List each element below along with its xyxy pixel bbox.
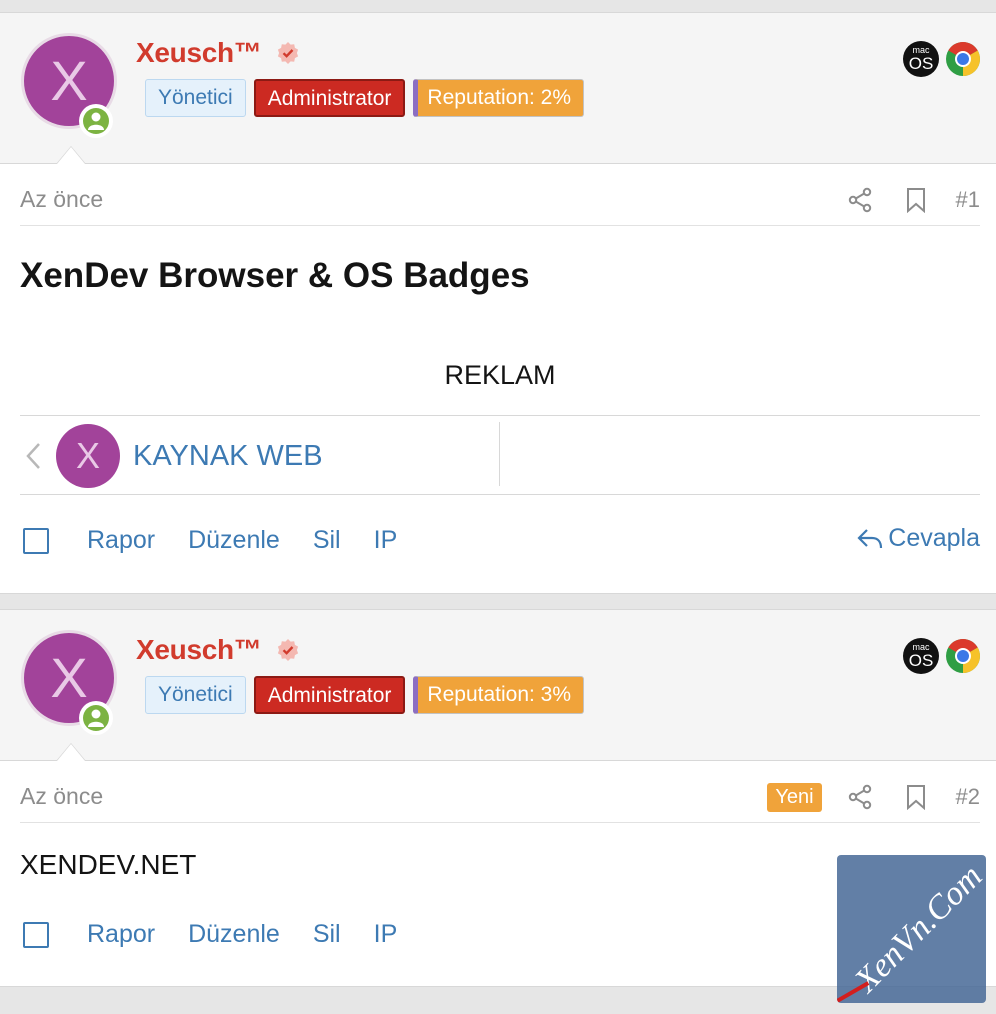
administrator-badge: Administrator <box>253 676 406 714</box>
bookmark-icon[interactable] <box>888 779 944 815</box>
reputation-badge: Reputation: 3% <box>413 676 585 714</box>
share-icon[interactable] <box>832 182 888 218</box>
administrator-badge: Administrator <box>253 79 406 117</box>
share-icon[interactable] <box>832 779 888 815</box>
source-link[interactable]: KAYNAK WEB <box>133 440 323 473</box>
new-badge: Yeni <box>767 782 822 812</box>
ip-link[interactable]: IP <box>374 526 398 555</box>
post-1: X Xeusch™ Yönetici Administrator Reputat… <box>0 12 996 594</box>
share-box: X KAYNAK WEB <box>20 415 980 495</box>
user-badges: Yönetici Administrator Reputation: 2% <box>145 79 585 117</box>
post-title: XenDev Browser & OS Badges <box>20 256 530 295</box>
ad-label: REKLAM <box>444 360 556 390</box>
user-header: X Xeusch™ Yönetici Administrator Reputat… <box>0 13 996 164</box>
macos-icon: mac OS <box>903 41 939 77</box>
online-status-icon <box>79 701 113 735</box>
user-header: X Xeusch™ Yönetici Administrator Reputat… <box>0 610 996 761</box>
verified-badge-icon <box>277 42 299 64</box>
bookmark-icon[interactable] <box>888 182 944 218</box>
watermark-logo: XenVn.Com <box>837 855 986 1003</box>
post-main: Az önce #1 XenDev Browser & OS Badges RE… <box>20 164 980 594</box>
username-link[interactable]: Xeusch™ <box>136 634 262 666</box>
post-meta: Az önce #1 <box>20 164 980 226</box>
online-status-icon <box>79 104 113 138</box>
username-link[interactable]: Xeusch™ <box>136 37 262 69</box>
post-date[interactable]: Az önce <box>20 186 103 213</box>
post-meta: Az önce Yeni #2 <box>20 761 980 823</box>
os-browser-icons: mac OS <box>903 638 981 674</box>
verified-badge-icon <box>277 639 299 661</box>
chrome-icon <box>946 639 980 673</box>
edit-link[interactable]: Düzenle <box>188 526 280 555</box>
chrome-icon <box>946 42 980 76</box>
select-checkbox[interactable] <box>23 528 49 554</box>
post-date[interactable]: Az önce <box>20 783 103 810</box>
report-link[interactable]: Rapor <box>87 920 155 949</box>
avatar[interactable]: X <box>56 424 120 488</box>
user-badges: Yönetici Administrator Reputation: 3% <box>145 676 585 714</box>
reply-button[interactable]: Cevapla <box>856 524 980 553</box>
post-actions: Rapor Düzenle Sil IP <box>20 916 980 956</box>
post-body: XENDEV.NET <box>20 849 197 880</box>
edit-link[interactable]: Düzenle <box>188 920 280 949</box>
delete-link[interactable]: Sil <box>313 526 341 555</box>
reply-icon <box>857 528 883 548</box>
delete-link[interactable]: Sil <box>313 920 341 949</box>
macos-icon: mac OS <box>903 638 939 674</box>
chevron-left-icon[interactable] <box>23 440 43 472</box>
select-checkbox[interactable] <box>23 922 49 948</box>
os-browser-icons: mac OS <box>903 41 981 77</box>
reputation-badge: Reputation: 2% <box>413 79 585 117</box>
post-actions: Rapor Düzenle Sil IP Cevapla <box>20 522 980 562</box>
report-link[interactable]: Rapor <box>87 526 155 555</box>
role-badge: Yönetici <box>145 676 246 714</box>
ip-link[interactable]: IP <box>374 920 398 949</box>
role-badge: Yönetici <box>145 79 246 117</box>
post-number[interactable]: #2 <box>956 784 980 810</box>
post-number[interactable]: #1 <box>956 187 980 213</box>
post-main: Az önce Yeni #2 XENDEV.NET Rapor Düzenle… <box>20 761 980 987</box>
